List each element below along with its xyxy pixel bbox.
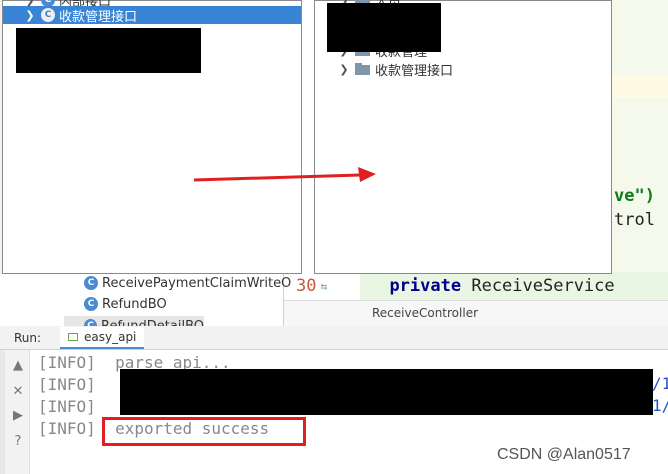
line-number: 30	[296, 276, 317, 296]
keyword: private	[389, 276, 462, 296]
editor-current-line	[612, 76, 668, 98]
run-tab[interactable]: easy_api	[60, 327, 145, 349]
tree-item[interactable]: ❯ 收款管理接口	[337, 60, 454, 79]
tree-item-selected[interactable]: ❯ C 收款管理接口	[3, 6, 301, 25]
tree-item-label: 收款管理接口	[375, 63, 454, 79]
code-fragment-string: ve")	[614, 186, 655, 206]
tree-item[interactable]: C RefundBO	[84, 294, 167, 314]
chevron-right-icon[interactable]: ❯	[337, 63, 351, 76]
editor-tab[interactable]: ReceiveController	[372, 306, 478, 320]
class-icon: C	[84, 276, 98, 290]
redaction-block	[120, 369, 653, 415]
success-highlight-box	[102, 417, 306, 446]
type-name: ReceiveService	[471, 276, 615, 296]
tree-item[interactable]: C ReceivePaymentClaimWriteO	[84, 273, 291, 293]
left-side-strip	[0, 350, 5, 474]
gutter-arrows-icon[interactable]: ⇆	[320, 280, 336, 293]
redaction-block	[16, 28, 201, 73]
redaction-block	[327, 3, 441, 52]
tree-item-label: RefundBO	[102, 296, 167, 312]
code-line: 30 ⇆ private ReceiveService	[296, 276, 615, 296]
help-icon[interactable]: ?	[10, 434, 26, 450]
editor-highlight-band	[612, 0, 668, 300]
class-icon: C	[41, 8, 55, 22]
tree-item-label: 收款管理接口	[59, 9, 138, 25]
run-label: Run:	[14, 331, 42, 345]
close-icon[interactable]: ✕	[10, 384, 26, 400]
scroll-up-icon[interactable]: ▲	[10, 358, 26, 374]
red-arrow-annotation	[193, 167, 376, 182]
console-link-fragment[interactable]: 1/	[652, 396, 668, 415]
watermark: CSDN @Alan0517	[497, 446, 631, 463]
code-fragment-text: trol	[614, 210, 655, 230]
chevron-right-icon[interactable]: ❯	[23, 9, 37, 22]
class-icon: C	[84, 297, 98, 311]
tree-item-label: ReceivePaymentClaimWriteO	[102, 275, 292, 291]
run-tab-label: easy_api	[84, 330, 137, 344]
play-icon[interactable]: ▶	[10, 408, 26, 424]
console-link-fragment[interactable]: /1	[652, 374, 668, 393]
run-config-icon	[68, 333, 78, 341]
folder-icon	[355, 63, 371, 75]
